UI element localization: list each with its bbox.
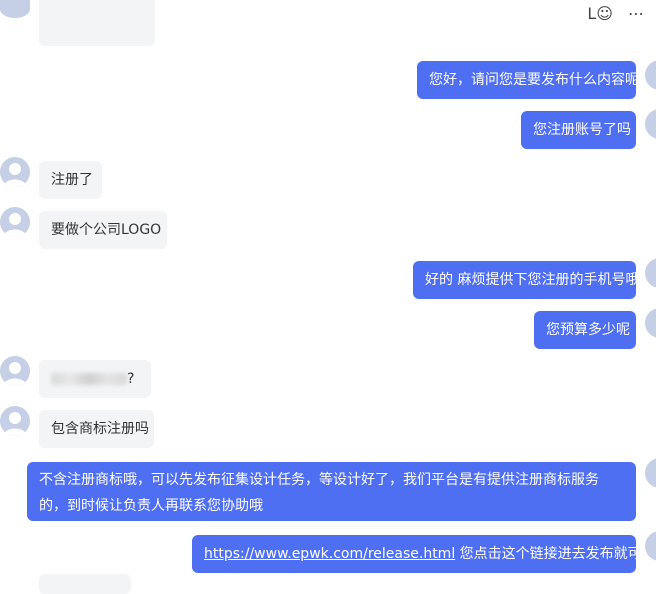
user-avatar: [0, 0, 30, 18]
agent-avatar: [645, 109, 656, 139]
screenshot-icon[interactable]: L☺: [587, 4, 613, 23]
person-icon: [3, 163, 27, 187]
outgoing-message-bubble: 您注册账号了吗: [521, 111, 636, 149]
outgoing-message-bubble: https://www.epwk.com/release.html 您点击这个链…: [192, 535, 656, 573]
more-icon[interactable]: ⋯: [628, 4, 644, 23]
top-toolbar: L☺ ⋯: [587, 4, 644, 23]
agent-avatar: [645, 308, 656, 338]
redacted-phone-number: [51, 373, 127, 385]
incoming-message-bubble-partial: [39, 574, 131, 594]
user-avatar: [0, 406, 30, 436]
incoming-message-bubble: 要做个公司LOGO: [39, 211, 167, 249]
agent-avatar: [645, 258, 656, 288]
agent-avatar: [645, 458, 656, 488]
person-icon: [3, 213, 27, 237]
person-icon: [3, 412, 27, 436]
user-avatar: [0, 356, 30, 386]
outgoing-message-bubble: 不含注册商标哦，可以先发布征集设计任务，等设计好了，我们平台是有提供注册商标服务…: [27, 462, 636, 521]
user-avatar: [0, 157, 30, 187]
incoming-message-bubble: 包含商标注册吗: [39, 410, 154, 448]
person-icon: [3, 362, 27, 386]
outgoing-message-bubble: 您预算多少呢: [534, 311, 636, 349]
incoming-message-bubble: [39, 0, 155, 46]
incoming-message-bubble: 注册了: [39, 161, 102, 199]
outgoing-message-bubble: 您好，请问您是要发布什么内容呢: [417, 61, 639, 99]
agent-avatar: [645, 60, 656, 90]
release-link[interactable]: https://www.epwk.com/release.html: [204, 546, 455, 562]
user-avatar: [0, 207, 30, 237]
incoming-message-bubble: ?: [39, 360, 151, 398]
outgoing-message-bubble: 好的 麻烦提供下您注册的手机号哦: [413, 261, 639, 299]
